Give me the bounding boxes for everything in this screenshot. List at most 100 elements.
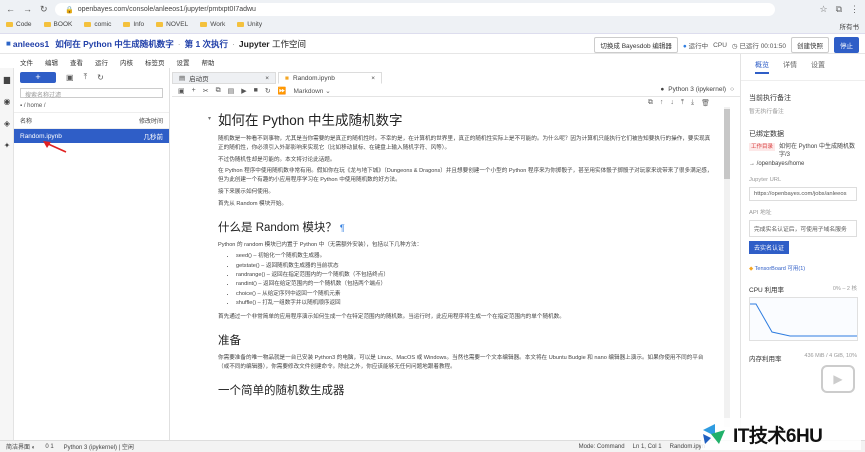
anchor-link[interactable]: ¶ [340,223,345,233]
create-snapshot-button[interactable]: 创建快照 [791,37,829,53]
insert-below-icon[interactable]: ⤓ [691,99,694,107]
scrollbar[interactable] [724,107,730,427]
cpu-chart [749,297,858,341]
upload-icon[interactable]: ⤒ [84,72,88,82]
auth-button[interactable]: 去实名认证 [749,241,790,254]
file-toolbar: + ▣ ⤒ ↻ [14,68,169,86]
running-icon[interactable]: ◉ [0,90,14,112]
heading-1: 如何在 Python 中生成随机数字 [218,113,403,128]
bookmark-item[interactable]: NOVEL [156,21,188,28]
switch-editor-button[interactable]: 切换成 Bayesdob 编辑器 [594,37,678,53]
folder-icon[interactable]: ▆ [0,68,14,90]
bookmark-item[interactable]: comic [84,21,111,28]
close-icon[interactable]: × [265,75,269,82]
kernel-status[interactable]: Python 3 (ipykernel) | 空闲 [64,442,134,451]
tab-overview[interactable]: 概览 [755,60,769,74]
move-up-icon[interactable]: ↑ [660,99,664,107]
duplicate-icon[interactable]: ⧉ [648,99,653,107]
menu-settings[interactable]: 设置 [177,57,190,67]
collapse-icon[interactable]: ▾ [208,115,211,122]
file-search-input[interactable]: 搜索名称过滤 [20,88,163,99]
watermark: IT技术6HU [701,418,861,450]
move-down-icon[interactable]: ↓ [670,99,674,107]
cursor-position: Ln 1, Col 1 [632,443,662,450]
cut-icon[interactable]: ✂ [203,87,209,95]
menu-help[interactable]: 帮助 [202,57,215,67]
add-cell-icon[interactable]: + [192,87,196,94]
new-folder-icon[interactable]: ▣ [66,73,74,82]
close-icon[interactable]: × [371,75,375,82]
binding-row[interactable]: 工作目录 如何在 Python 中生成随机数字/3 [749,143,857,159]
address-bar[interactable]: 🔒 openbayes.com/console/anleeos1/jupyter… [55,3,775,16]
project-name[interactable]: 如何在 Python 中生成随机数字 [55,39,174,49]
bookmark-item[interactable]: Unity [237,21,262,28]
file-row[interactable]: Random.ipynb 几秒前 [14,129,192,171]
all-bookmarks[interactable]: 所有书 [840,21,860,31]
toggle-icon: ◐ [31,445,36,451]
copy-icon[interactable]: ⧉ [216,87,221,95]
simple-mode-toggle[interactable]: 简洁界面 ◐ [6,442,35,451]
folder-icon [6,22,13,27]
tab-launcher[interactable]: ▤ 启动页 × [172,72,276,84]
sidebar-content: 当前执行备注 暂无执行备注 已绑定数据 工作目录 如何在 Python 中生成随… [741,81,865,363]
tab-details[interactable]: 详情 [783,60,797,74]
bookmark-item[interactable]: Info [123,21,144,28]
scrollbar-thumb[interactable] [724,109,730,179]
openbayes-logo[interactable]: ■ [6,39,11,48]
play-icon[interactable]: ▶ [821,365,855,393]
file-entry: Random.ipynb [20,133,192,171]
delete-icon[interactable]: 🗑 [701,99,710,107]
browser-nav: ← → ↻ [6,4,48,15]
bookmark-item[interactable]: Work [200,21,225,28]
stop-icon[interactable]: ■ [254,87,258,94]
running-dot-icon: ● [682,43,687,50]
insert-above-icon[interactable]: ⤒ [681,99,684,107]
chevron-down-icon: ⌄ [325,87,331,95]
menu-view[interactable]: 查看 [70,57,83,67]
markdown-cell[interactable]: 如何在 Python 中生成随机数字 随机数是一种看不到事物，尤其是当你需要的是… [218,107,714,404]
menu-file[interactable]: 文件 [20,57,33,67]
file-list-header: 名称 修改时间 [14,113,169,129]
run-icon[interactable]: ▶ [241,87,246,95]
home-icon[interactable]: ▪ [20,103,22,109]
paste-icon[interactable]: ▤ [228,87,235,95]
run-all-icon[interactable]: ⏩ [278,87,287,95]
run-name[interactable]: 第 1 次执行 [185,39,228,49]
cell-type-select[interactable]: Markdown ⌄ [293,87,330,95]
clock-icon: ◷ [731,43,738,50]
column-modified[interactable]: 修改时间 [139,116,163,125]
heading-2: 准备 [218,334,241,347]
stop-button[interactable]: 停止 [834,37,859,53]
note-field[interactable]: 暂无执行备注 [749,106,857,115]
restart-icon[interactable]: ↻ [265,87,271,95]
column-name[interactable]: 名称 [20,116,32,125]
kernel-indicator[interactable]: ● Python 3 (ipykernel) ○ [660,86,734,93]
menu-edit[interactable]: 编辑 [45,57,58,67]
reload-icon[interactable]: ↻ [40,4,48,15]
bookmark-item[interactable]: BOOK [43,21,72,28]
tab-settings[interactable]: 设置 [811,60,825,74]
bookmark-item[interactable]: Code [6,21,32,28]
back-icon[interactable]: ← [6,4,15,15]
menu-kernel[interactable]: 内核 [120,57,133,67]
jupyter-url-field[interactable]: https://openbayes.com/jobs/anleeos [749,187,857,201]
menu-tabs[interactable]: 标签页 [145,57,165,67]
tensorboard-link[interactable]: ◆ TensorBoard 可用(1) [749,264,857,272]
menu-icon[interactable]: ⋮ [850,4,859,15]
status-counts: 0 1 [45,443,54,450]
extensions-icon[interactable]: ✦ [0,134,14,156]
commands-icon[interactable]: ◈ [0,112,14,134]
forward-icon[interactable]: → [23,4,32,15]
api-field[interactable]: 完成实名认证后，可使用子域名服务 [749,220,857,237]
new-launcher-button[interactable]: + [20,71,56,83]
bookmarks-bar: Code BOOK comic Info NOVEL Work Unity [6,21,262,28]
refresh-icon[interactable]: ↻ [97,73,104,82]
menu-run[interactable]: 运行 [95,57,108,67]
extension-icon[interactable]: ⧉ [836,4,842,15]
folder-icon [84,22,92,27]
list-item: seed() – 初始化一个随机数生成器。 [236,252,714,261]
save-icon[interactable]: ▣ [178,87,185,95]
star-icon[interactable]: ☆ [819,4,827,15]
tab-random-notebook[interactable]: ■ Random.ipynb × [278,72,382,84]
username[interactable]: anleeos1 [13,39,49,49]
